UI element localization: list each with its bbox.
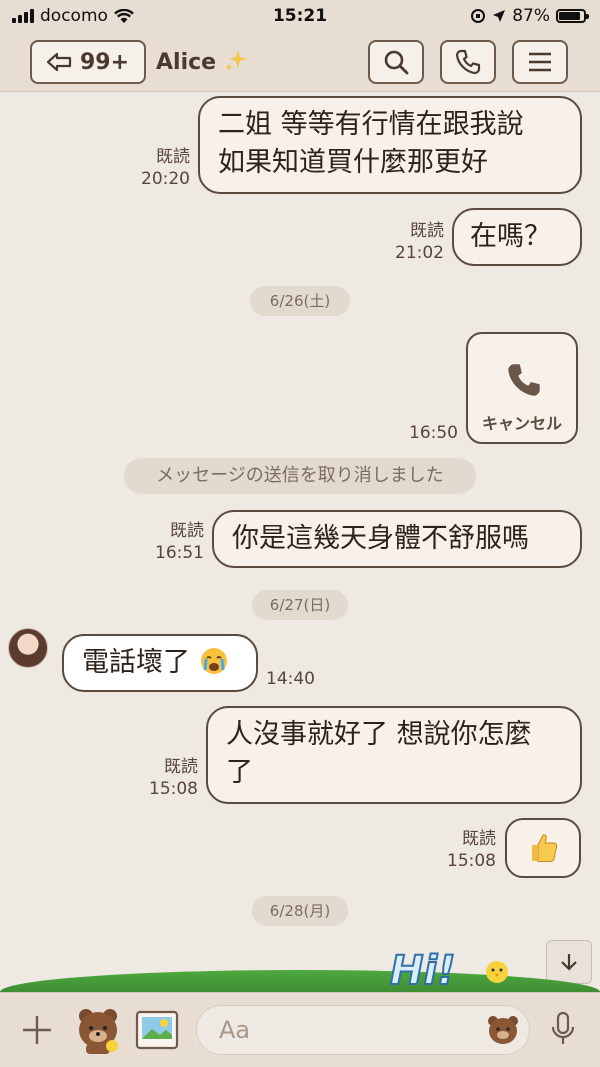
search-icon (384, 50, 409, 75)
message-input-bar: Aa (0, 992, 600, 1067)
message-bubble[interactable]: 在嗎？ (452, 208, 582, 266)
message-text: 你是這幾天身體不舒服嗎 (232, 523, 529, 554)
read-receipt: 既読 (164, 757, 198, 777)
call-status-label: キャンセル (481, 414, 562, 433)
read-receipt: 既読 (410, 221, 444, 241)
phone-icon (508, 364, 540, 396)
bear-sticker-icon[interactable] (72, 1004, 124, 1056)
menu-button[interactable] (512, 40, 568, 84)
arrow-down-icon (561, 954, 577, 971)
message-text-line: 人沒事就好了 想說你怎麼 (226, 719, 532, 750)
emoji-sticker-icon[interactable] (485, 1013, 521, 1047)
message-meta: 既読 15:08 (430, 828, 496, 872)
message-bubble[interactable]: 電話壞了 (62, 634, 258, 692)
message-text-line: 二姐 等等有行情在跟我說 (218, 109, 524, 140)
avatar[interactable] (8, 628, 48, 668)
date-separator: 6/27(日) (252, 590, 348, 620)
scroll-to-bottom-button[interactable] (546, 940, 592, 984)
hi-banner-text: Hi! (389, 947, 456, 995)
thumbs-up-icon (532, 834, 558, 862)
date-separator: 6/26(土) (250, 286, 350, 316)
call-button[interactable] (440, 40, 496, 84)
system-message: メッセージの送信を取り消しました (124, 458, 476, 494)
message-time: 14:40 (266, 669, 315, 689)
message-time: 15:08 (447, 851, 496, 871)
message-text-line: 了 (226, 757, 253, 788)
plus-icon[interactable] (20, 1013, 54, 1047)
location-icon (493, 10, 506, 22)
call-bubble[interactable]: キャンセル (466, 332, 578, 444)
read-receipt: 既読 (462, 829, 496, 849)
input-placeholder: Aa (219, 1016, 251, 1044)
message-time: 16:51 (155, 543, 204, 563)
microphone-icon[interactable] (550, 1011, 576, 1047)
phone-icon (455, 49, 481, 75)
date-separator: 6/28(月) (252, 896, 348, 926)
message-text: 電話壞了 (82, 647, 190, 678)
read-receipt: 既読 (170, 521, 204, 541)
message-time: 21:02 (395, 243, 444, 263)
chat-header: 99+ Alice (0, 32, 600, 92)
photo-icon[interactable] (134, 1009, 180, 1051)
orientation-lock-icon (471, 9, 486, 23)
battery-percent: 87% (512, 6, 550, 26)
message-time: 20:20 (141, 169, 190, 189)
message-text: 在嗎？ (470, 221, 551, 252)
crying-face-icon (200, 648, 227, 674)
message-bubble[interactable]: 人沒事就好了 想說你怎麼 了 (206, 706, 582, 804)
message-meta: 16:50 (396, 422, 458, 444)
unread-count: 99+ (80, 49, 130, 75)
search-button[interactable] (368, 40, 424, 84)
battery-icon (556, 9, 589, 23)
message-input[interactable]: Aa (196, 1005, 530, 1055)
message-time: 15:08 (149, 779, 198, 799)
chick-sticker-icon (486, 961, 508, 983)
message-text-line: 如果知道買什麼那更好 (218, 147, 488, 178)
message-bubble[interactable] (505, 818, 581, 878)
message-time: 16:50 (409, 423, 458, 443)
contact-name[interactable]: Alice (156, 48, 250, 75)
message-meta: 既読 20:20 (120, 146, 190, 190)
status-bar: docomo 15:21 87% (0, 0, 600, 32)
back-arrow-icon (46, 52, 72, 72)
back-button[interactable]: 99+ (30, 40, 146, 84)
contact-name-label: Alice (156, 50, 217, 75)
menu-icon (529, 52, 551, 72)
sparkles-icon (224, 50, 247, 71)
message-meta: 既読 15:08 (132, 756, 198, 800)
read-receipt: 既読 (156, 147, 190, 167)
message-meta: 14:40 (266, 668, 326, 690)
message-bubble[interactable]: 二姐 等等有行情在跟我說 如果知道買什麼那更好 (198, 96, 582, 194)
hi-banner: Hi! (386, 946, 516, 995)
message-meta: 既読 21:02 (376, 220, 444, 264)
message-meta: 既読 16:51 (140, 520, 204, 564)
message-bubble[interactable]: 你是這幾天身體不舒服嗎 (212, 510, 582, 568)
